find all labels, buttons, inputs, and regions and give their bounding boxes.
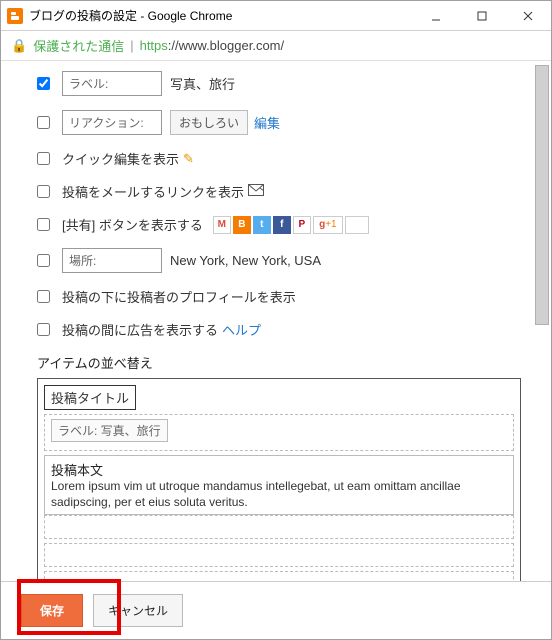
- mail-icon: [248, 184, 264, 199]
- facebook-share-icon: f: [273, 216, 291, 234]
- gplus-share-icon: g+1: [313, 216, 343, 234]
- bottom-bar: 保存 キャンセル: [1, 581, 551, 639]
- pinterest-share-icon: P: [293, 216, 311, 234]
- arrange-empty-row[interactable]: [44, 543, 514, 567]
- location-value: New York, New York, USA: [170, 253, 321, 268]
- arrange-body[interactable]: 投稿本文 Lorem ipsum vim ut utroque mandamus…: [44, 455, 514, 515]
- lock-icon: 🔒: [11, 38, 27, 54]
- mail-share-icon: M: [213, 216, 231, 234]
- maximize-button[interactable]: [459, 1, 505, 31]
- gplus-count: [345, 216, 369, 234]
- pencil-icon: ✎: [183, 151, 194, 167]
- author-profile-checkbox[interactable]: [37, 290, 50, 303]
- arrange-box: 投稿タイトル ラベル: 写真、旅行 投稿本文 Lorem ipsum vim u…: [37, 378, 521, 581]
- location-checkbox[interactable]: [37, 254, 50, 267]
- cancel-button[interactable]: キャンセル: [93, 594, 183, 627]
- url-bar: 🔒 保護された通信 | https://www.blogger.com/: [1, 31, 551, 61]
- arrange-post-title[interactable]: 投稿タイトル: [44, 385, 136, 410]
- quickedit-label: クイック編集を表示: [62, 149, 179, 168]
- labels-input[interactable]: ラベル:: [62, 71, 162, 96]
- arrange-empty-row[interactable]: [44, 515, 514, 539]
- ads-checkbox[interactable]: [37, 323, 50, 336]
- reaction-input[interactable]: リアクション:: [62, 110, 162, 135]
- twitter-share-icon: t: [253, 216, 271, 234]
- scrollbar[interactable]: [535, 65, 549, 564]
- location-input[interactable]: 場所:: [62, 248, 162, 273]
- titlebar: ブログの投稿の設定 - Google Chrome: [1, 1, 551, 31]
- labels-value: 写真、旅行: [170, 74, 235, 93]
- emaillink-label: 投稿をメールするリンクを表示: [62, 182, 244, 201]
- arrange-header: アイテムの並べ替え: [37, 353, 521, 372]
- secure-label: 保護された通信: [33, 36, 124, 55]
- quickedit-checkbox[interactable]: [37, 152, 50, 165]
- arrange-empty-row[interactable]: [44, 571, 514, 581]
- share-checkbox[interactable]: [37, 218, 50, 231]
- blogger-favicon: [7, 8, 23, 24]
- share-icons: M B t f P g+1: [213, 216, 369, 234]
- emaillink-checkbox[interactable]: [37, 185, 50, 198]
- reaction-checkbox[interactable]: [37, 116, 50, 129]
- url-rest: ://www.blogger.com/: [168, 38, 284, 53]
- ads-help-link[interactable]: ヘルプ: [222, 320, 261, 339]
- reaction-edit-link[interactable]: 編集: [254, 113, 280, 132]
- share-label: [共有] ボタンを表示する: [62, 215, 203, 234]
- url-scheme: https: [140, 38, 168, 53]
- close-button[interactable]: [505, 1, 551, 31]
- blogger-share-icon: B: [233, 216, 251, 234]
- labels-checkbox[interactable]: [37, 77, 50, 90]
- author-profile-label: 投稿の下に投稿者のプロフィールを表示: [62, 287, 296, 306]
- ads-label: 投稿の間に広告を表示する: [62, 320, 218, 339]
- window-title: ブログの投稿の設定 - Google Chrome: [29, 7, 413, 24]
- minimize-button[interactable]: [413, 1, 459, 31]
- arrange-labels-row[interactable]: ラベル: 写真、旅行: [44, 414, 514, 451]
- content-area: ラベル: 写真、旅行 リアクション: おもしろい 編集 クイック編集を表示 ✎ …: [1, 61, 551, 581]
- save-button[interactable]: 保存: [21, 594, 83, 627]
- reaction-sample-button[interactable]: おもしろい: [170, 110, 248, 135]
